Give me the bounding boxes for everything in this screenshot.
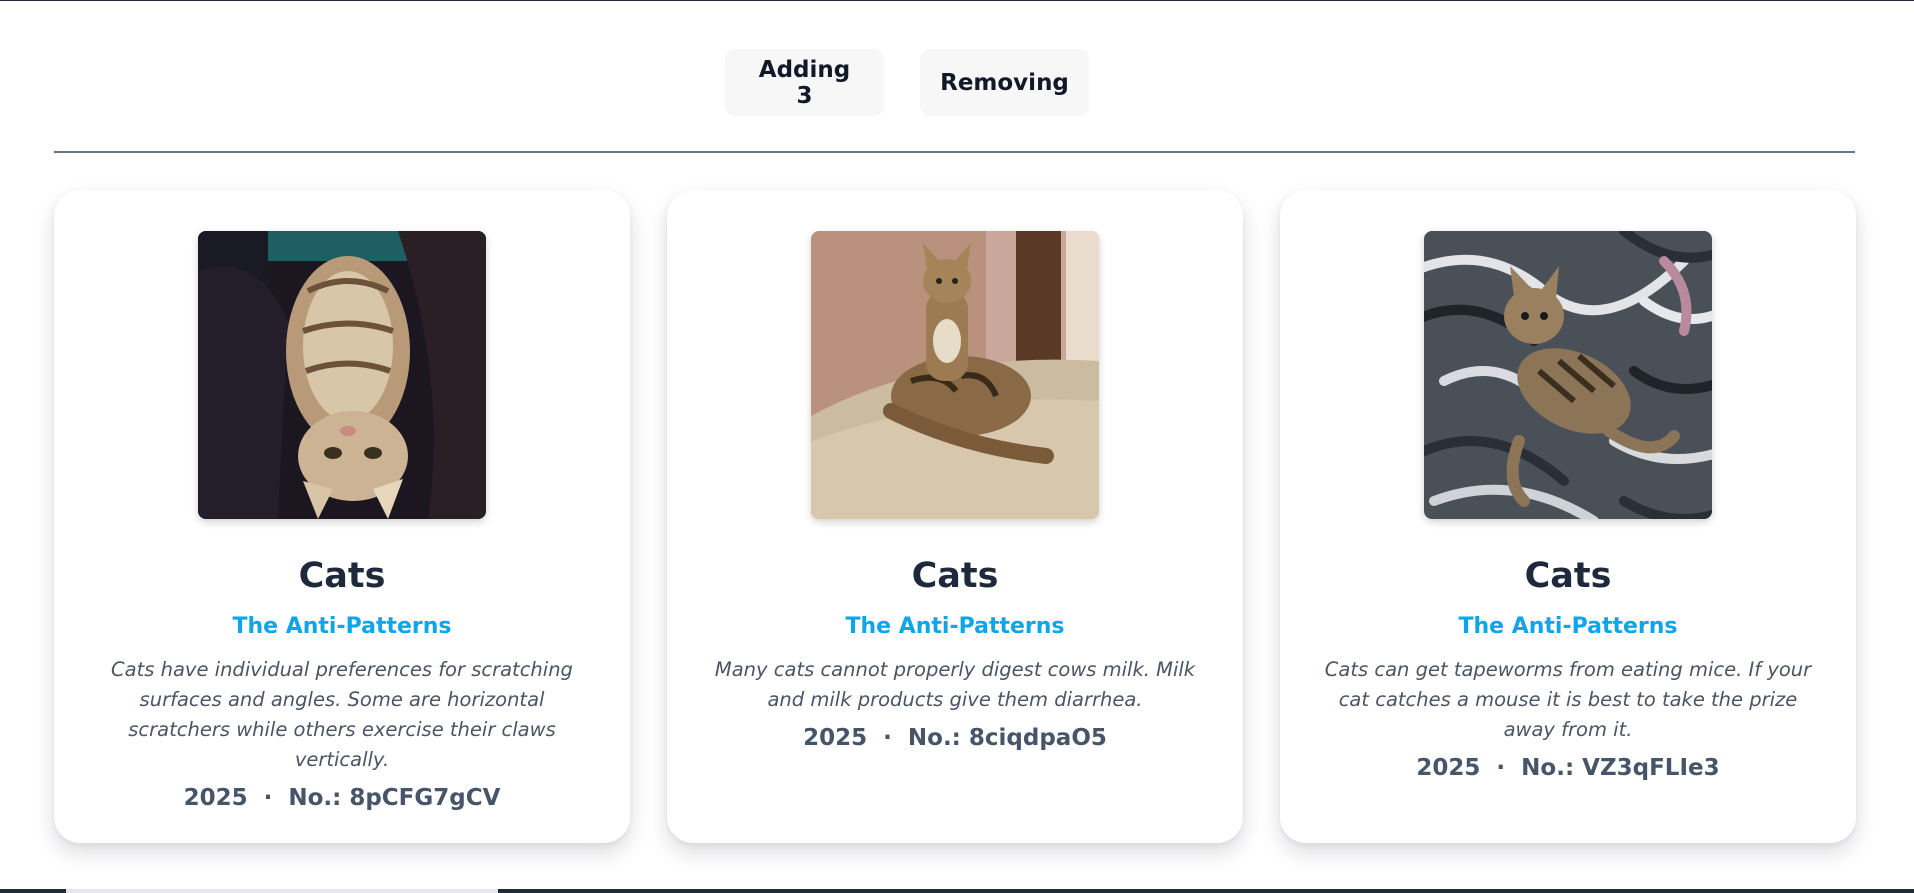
control-bar: Adding 3 Removing [0, 49, 1914, 116]
cat-card[interactable]: Cats The Anti-Patterns Many cats cannot … [667, 190, 1243, 843]
scrollbar-thumb[interactable] [66, 889, 498, 893]
remove-button[interactable]: Removing [920, 49, 1089, 116]
card-meta: 2025 · No.: VZ3qFLIe3 [1416, 754, 1720, 781]
cat-photo-on-blanket-icon [1424, 231, 1712, 519]
card-description: Cats have individual preferences for scr… [111, 657, 573, 771]
cat-photo [198, 231, 486, 519]
card-meta: 2025 · No.: 8ciqdpaO5 [803, 724, 1107, 751]
card-title: Cats [1524, 556, 1612, 596]
card-description: Cats can get tapeworms from eating mice.… [1324, 657, 1812, 741]
cat-photo-on-bed-icon [811, 231, 1099, 519]
section-divider [54, 151, 1855, 153]
cat-card[interactable]: Cats The Anti-Patterns Cats have individ… [54, 190, 630, 843]
card-description: Many cats cannot properly digest cows mi… [714, 657, 1196, 711]
top-rule [0, 0, 1914, 1]
card-subtitle: The Anti-Patterns [1458, 613, 1678, 639]
card-grid: Cats The Anti-Patterns Cats have individ… [54, 190, 1856, 843]
cat-card[interactable]: Cats The Anti-Patterns Cats can get tape… [1280, 190, 1856, 843]
cat-photo [1424, 231, 1712, 519]
card-subtitle: The Anti-Patterns [845, 613, 1065, 639]
card-subtitle: The Anti-Patterns [232, 613, 452, 639]
card-title: Cats [911, 556, 999, 596]
bottom-scrollbar[interactable] [0, 889, 1914, 893]
add-button[interactable]: Adding 3 [725, 49, 884, 116]
card-title: Cats [298, 556, 386, 596]
cat-photo-upside-down-icon [198, 231, 486, 519]
cat-photo [811, 231, 1099, 519]
card-meta: 2025 · No.: 8pCFG7gCV [183, 784, 501, 811]
